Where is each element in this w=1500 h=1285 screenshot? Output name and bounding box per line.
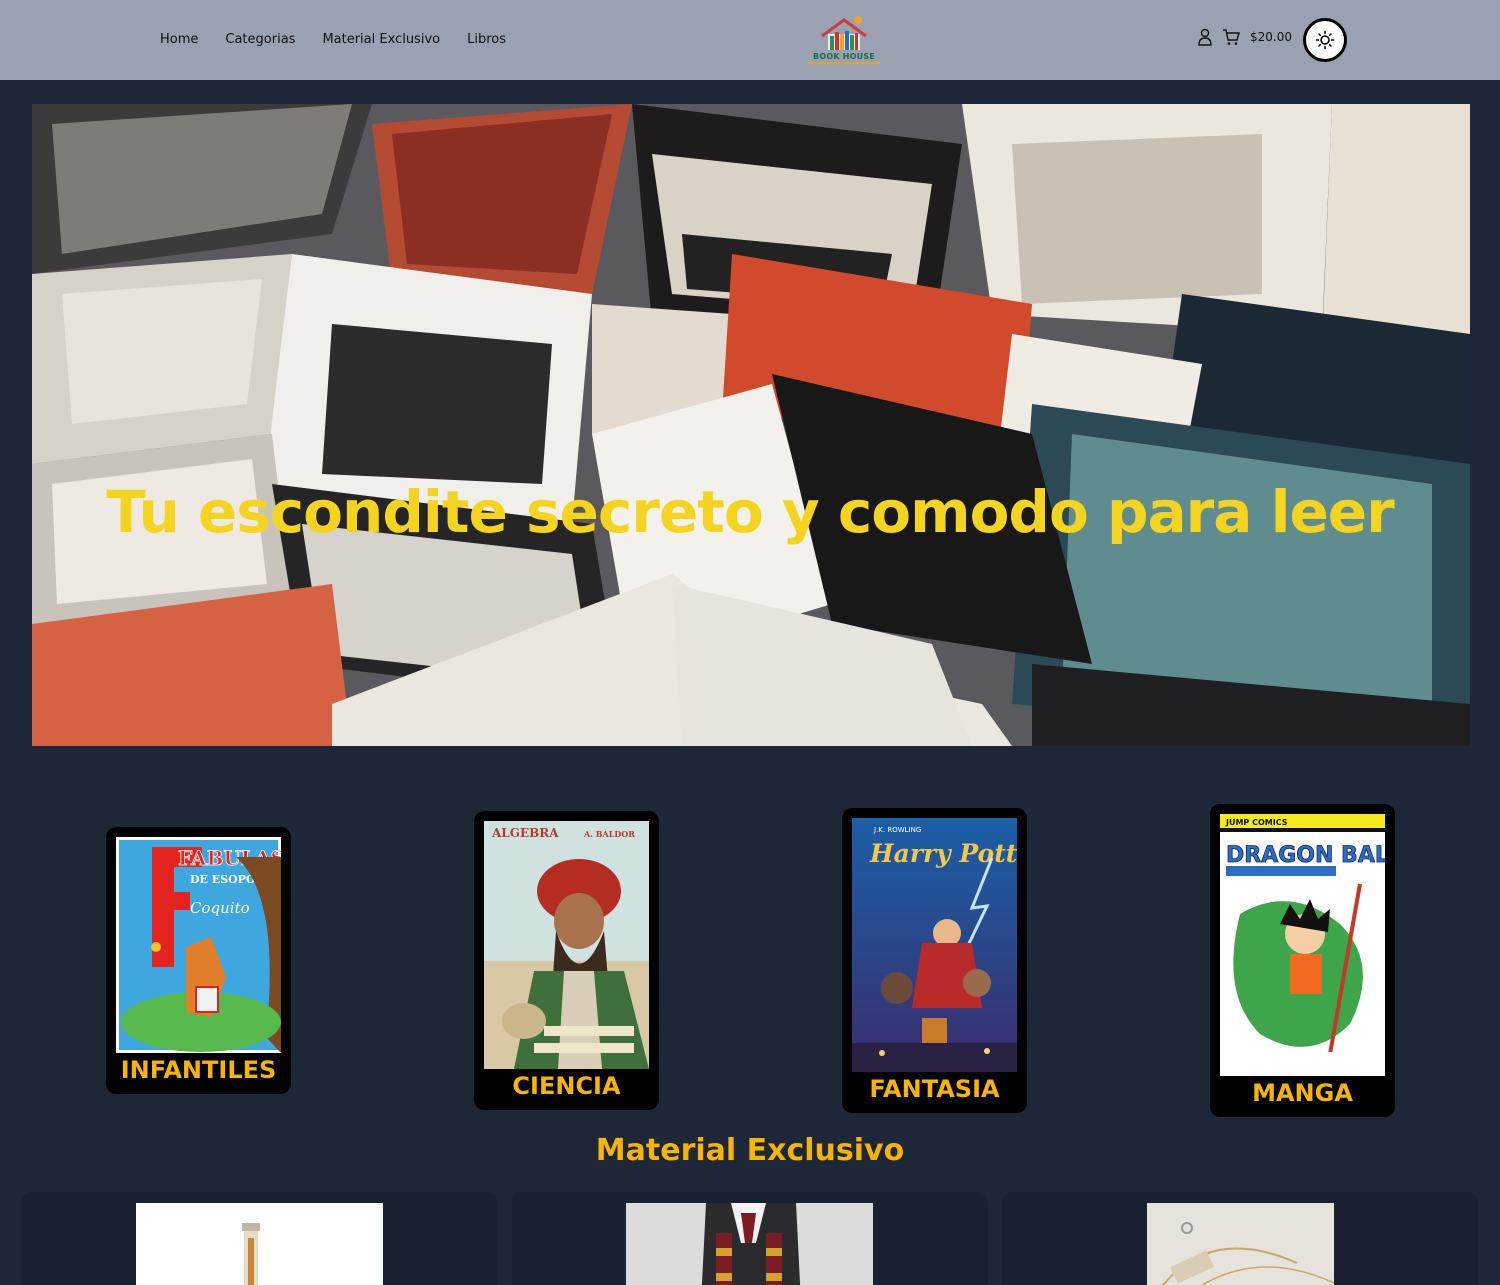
hero-banner: Tu escondite secreto y comodo para leer — [32, 104, 1470, 746]
cover-title-algebra: ALGEBRA — [491, 826, 559, 840]
category-label-fantasia: FANTASIA — [869, 1075, 1000, 1103]
nav-material-exclusivo[interactable]: Material Exclusivo — [322, 32, 440, 47]
category-label-ciencia: CIENCIA — [512, 1072, 621, 1100]
category-card-fantasia[interactable]: J.K. ROWLING Harry Potter FANTASIA — [842, 808, 1027, 1113]
hero-title: Tu escondite secreto y comodo para leer — [106, 478, 1394, 546]
cart-total[interactable]: $20.00 — [1250, 30, 1292, 44]
cover-sub-baldor: A. BALDOR — [583, 829, 635, 839]
cover-title-harry-potter: Harry Potter — [869, 839, 1017, 868]
cover-title-dragon-ball: DRAGON BALL — [1226, 843, 1385, 868]
category-cover-manga: JUMP COMICS DRAGON BALL — [1220, 814, 1385, 1076]
theme-toggle-button[interactable] — [1303, 18, 1347, 62]
product-card-2[interactable] — [512, 1192, 988, 1285]
product-image-3 — [1147, 1203, 1334, 1285]
cart-icon[interactable] — [1222, 28, 1240, 46]
category-cover-infantiles: FABULAS DE ESOPO Coquito — [116, 837, 281, 1053]
header-tools: $20.00 — [1196, 28, 1292, 46]
top-header: Home Categorias Material Exclusivo Libro… — [0, 0, 1500, 80]
cover-extra-coquito: Coquito — [190, 899, 250, 917]
nav-libros[interactable]: Libros — [467, 32, 506, 47]
exclusive-section-title: Material Exclusivo — [595, 1133, 905, 1168]
category-card-infantiles[interactable]: FABULAS DE ESOPO Coquito INFANTILES — [106, 827, 291, 1094]
product-card-3[interactable] — [1002, 1192, 1478, 1285]
product-image-1 — [136, 1203, 383, 1285]
house-logo-icon — [821, 16, 867, 50]
nav-categorias[interactable]: Categorias — [225, 32, 295, 47]
logo-underline — [808, 62, 880, 64]
main-nav: Home Categorias Material Exclusivo Libro… — [160, 32, 506, 47]
cover-sub-esopo: DE ESOPO — [190, 873, 256, 886]
cover-sub-rowling: J.K. ROWLING — [873, 826, 921, 834]
category-card-ciencia[interactable]: ALGEBRA A. BALDOR CIENCIA — [474, 811, 659, 1110]
category-label-infantiles: INFANTILES — [120, 1056, 277, 1084]
product-image-2 — [626, 1203, 873, 1285]
cover-sub-jump: JUMP COMICS — [1225, 818, 1288, 827]
product-card-1[interactable] — [21, 1192, 497, 1285]
category-card-manga[interactable]: JUMP COMICS DRAGON BALL MANGA — [1210, 804, 1395, 1117]
category-cover-fantasia: J.K. ROWLING Harry Potter — [852, 818, 1017, 1072]
category-cover-ciencia: ALGEBRA A. BALDOR — [484, 821, 649, 1069]
logo-text: BOOK HOUSE — [813, 52, 875, 61]
category-label-manga: MANGA — [1252, 1079, 1353, 1107]
hero-books-image — [32, 104, 1470, 746]
sun-icon — [1315, 30, 1335, 50]
nav-home[interactable]: Home — [160, 32, 198, 47]
user-icon[interactable] — [1196, 28, 1214, 46]
site-logo[interactable]: BOOK HOUSE — [808, 14, 880, 66]
